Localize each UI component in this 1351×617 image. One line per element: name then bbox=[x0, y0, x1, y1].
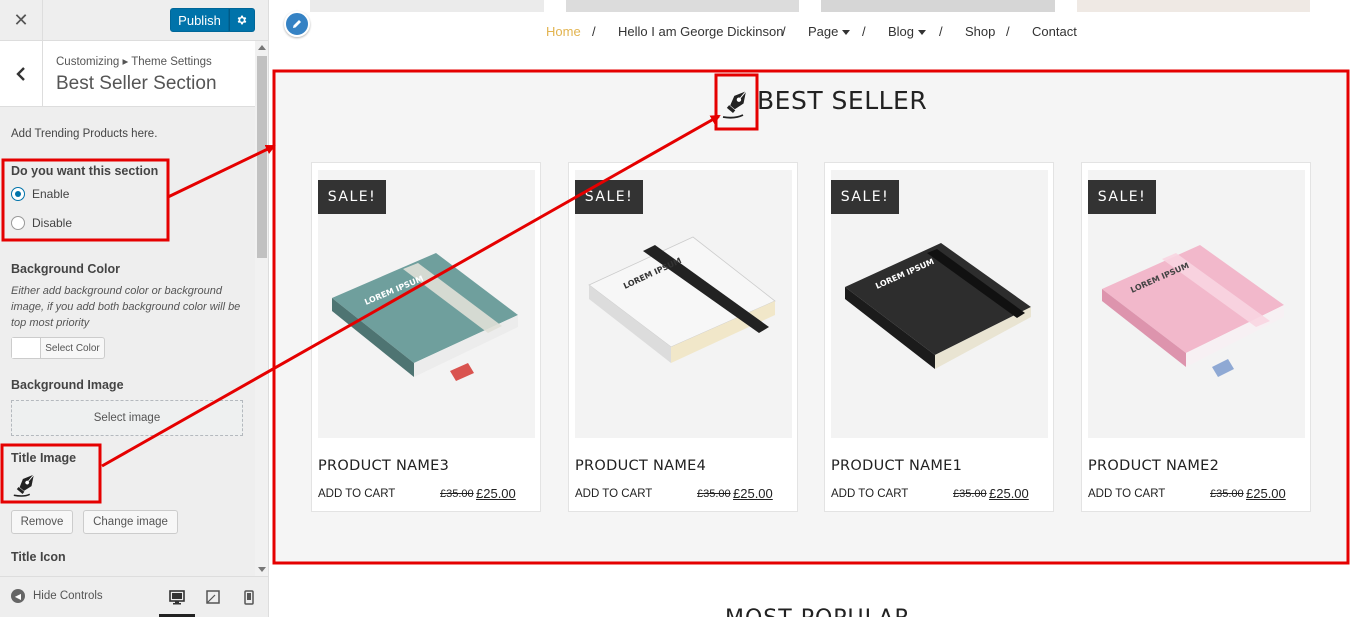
nav-contact[interactable]: Contact bbox=[1032, 24, 1077, 39]
product-name[interactable]: PRODUCT NAME1 bbox=[831, 458, 962, 474]
hide-controls-label: Hide Controls bbox=[33, 590, 103, 602]
scroll-up-icon[interactable] bbox=[258, 45, 266, 50]
bg-image-label: Background Image bbox=[11, 378, 124, 392]
customizer-header: ✕ Publish bbox=[0, 0, 268, 41]
nav-separator: / bbox=[782, 24, 786, 39]
bg-color-help: Either add background color or backgroun… bbox=[11, 285, 241, 329]
color-swatch[interactable] bbox=[12, 338, 41, 358]
section-heading: BEST SELLER bbox=[757, 86, 928, 115]
old-price: £35.00 bbox=[953, 488, 987, 500]
radio-enable[interactable]: Enable bbox=[11, 187, 69, 201]
nav-about[interactable]: Hello I am George Dickinson bbox=[618, 24, 783, 39]
sale-badge: SALE! bbox=[575, 180, 643, 214]
sale-badge: SALE! bbox=[1088, 180, 1156, 214]
change-image-button[interactable]: Change image bbox=[83, 510, 178, 534]
desktop-icon[interactable] bbox=[167, 587, 187, 607]
product-card[interactable]: SALE! LOREM IPSUM PRODUCT NAME2 ADD TO C… bbox=[1081, 162, 1311, 512]
select-color-label: Select Color bbox=[45, 342, 100, 354]
book-image: LOREM IPSUM bbox=[845, 243, 1031, 369]
publish-button[interactable]: Publish bbox=[170, 8, 229, 32]
header-image-strip bbox=[566, 0, 799, 12]
close-icon[interactable]: ✕ bbox=[0, 0, 43, 41]
sale-price: £25.00 bbox=[476, 486, 516, 501]
nav-separator: / bbox=[862, 24, 866, 39]
radio-disable[interactable]: Disable bbox=[11, 216, 72, 230]
customizer-footer: ◀ Hide Controls bbox=[0, 576, 268, 617]
bg-color-label: Background Color bbox=[11, 262, 121, 276]
add-to-cart-link[interactable]: ADD TO CART bbox=[575, 488, 652, 500]
nav-page-label: Page bbox=[808, 24, 839, 39]
nav-shop[interactable]: Shop bbox=[965, 24, 995, 39]
collapse-icon: ◀ bbox=[11, 589, 25, 603]
title-image-label: Title Image bbox=[11, 451, 77, 465]
remove-image-button[interactable]: Remove bbox=[11, 510, 73, 534]
next-section-heading: MOST POPULAR bbox=[725, 606, 911, 617]
product-name[interactable]: PRODUCT NAME2 bbox=[1088, 458, 1219, 474]
product-card[interactable]: SALE! LOREM IPSUM PRODUCT NAME4 ADD TO C… bbox=[568, 162, 798, 512]
select-color-button[interactable]: Select Color bbox=[11, 337, 105, 359]
customizer-window: ✕ Publish Customizing ▸ Theme Settings B… bbox=[0, 0, 1351, 617]
tablet-icon[interactable] bbox=[203, 587, 223, 607]
nav-blog-label: Blog bbox=[888, 24, 915, 39]
sale-badge: SALE! bbox=[318, 180, 386, 214]
breadcrumb: Customizing ▸ Theme Settings bbox=[56, 56, 212, 68]
customizer-sidebar: ✕ Publish Customizing ▸ Theme Settings B… bbox=[0, 0, 269, 617]
caret-down-icon bbox=[842, 30, 851, 36]
site-preview: Home / Hello I am George Dickinson / Pag… bbox=[270, 0, 1351, 617]
product-name[interactable]: PRODUCT NAME3 bbox=[318, 458, 449, 474]
title-icon-label: Title Icon bbox=[11, 550, 66, 564]
scroll-down-icon[interactable] bbox=[258, 567, 266, 572]
add-to-cart-link[interactable]: ADD TO CART bbox=[831, 488, 908, 500]
select-image-button[interactable]: Select image bbox=[11, 400, 243, 436]
scrollbar-thumb[interactable] bbox=[257, 56, 267, 258]
nav-blog[interactable]: Blog bbox=[888, 24, 927, 39]
section-header: Customizing ▸ Theme Settings Best Seller… bbox=[0, 41, 255, 107]
product-name[interactable]: PRODUCT NAME4 bbox=[575, 458, 706, 474]
radio-enable-label: Enable bbox=[32, 187, 70, 201]
old-price: £35.00 bbox=[1210, 488, 1244, 500]
pen-nib-icon bbox=[722, 90, 747, 119]
radio-enable-circle[interactable] bbox=[11, 187, 25, 201]
section-description: Add Trending Products here. bbox=[11, 128, 158, 140]
book-image: LOREM IPSUM bbox=[332, 253, 518, 381]
product-card[interactable]: SALE! LOREM IPSUM PRODUCT NAME1 ADD TO C… bbox=[824, 162, 1054, 512]
caret-down-icon bbox=[918, 30, 927, 36]
enable-section-label: Do you want this section bbox=[11, 164, 159, 178]
sidebar-scrollbar[interactable] bbox=[255, 41, 268, 576]
main-navigation: Home / Hello I am George Dickinson / Pag… bbox=[270, 24, 1351, 44]
nav-separator: / bbox=[939, 24, 943, 39]
hide-controls-button[interactable]: ◀ Hide Controls bbox=[11, 589, 103, 603]
pen-nib-icon[interactable] bbox=[11, 469, 41, 499]
header-image-strip bbox=[821, 0, 1055, 12]
add-to-cart-link[interactable]: ADD TO CART bbox=[1088, 488, 1165, 500]
section-title: Best Seller Section bbox=[56, 73, 217, 94]
header-image-strip bbox=[310, 0, 544, 12]
nav-home[interactable]: Home bbox=[546, 24, 581, 39]
nav-separator: / bbox=[1006, 24, 1010, 39]
old-price: £35.00 bbox=[697, 488, 731, 500]
book-image: LOREM IPSUM bbox=[588, 236, 776, 363]
mobile-icon[interactable] bbox=[239, 587, 259, 607]
nav-page[interactable]: Page bbox=[808, 24, 851, 39]
radio-disable-circle[interactable] bbox=[11, 216, 25, 230]
sale-price: £25.00 bbox=[989, 486, 1029, 501]
sale-price: £25.00 bbox=[733, 486, 773, 501]
add-to-cart-link[interactable]: ADD TO CART bbox=[318, 488, 395, 500]
nav-separator: / bbox=[592, 24, 596, 39]
book-image: LOREM IPSUM bbox=[1102, 245, 1284, 377]
back-arrow-icon[interactable] bbox=[0, 41, 43, 107]
sale-badge: SALE! bbox=[831, 180, 899, 214]
old-price: £35.00 bbox=[440, 488, 474, 500]
sale-price: £25.00 bbox=[1246, 486, 1286, 501]
product-card[interactable]: SALE! LOREM IPSUM PRODUCT NAME3 ADD TO C… bbox=[311, 162, 541, 512]
gear-icon[interactable] bbox=[229, 8, 255, 32]
header-image-strip bbox=[1077, 0, 1310, 12]
radio-disable-label: Disable bbox=[32, 216, 73, 230]
